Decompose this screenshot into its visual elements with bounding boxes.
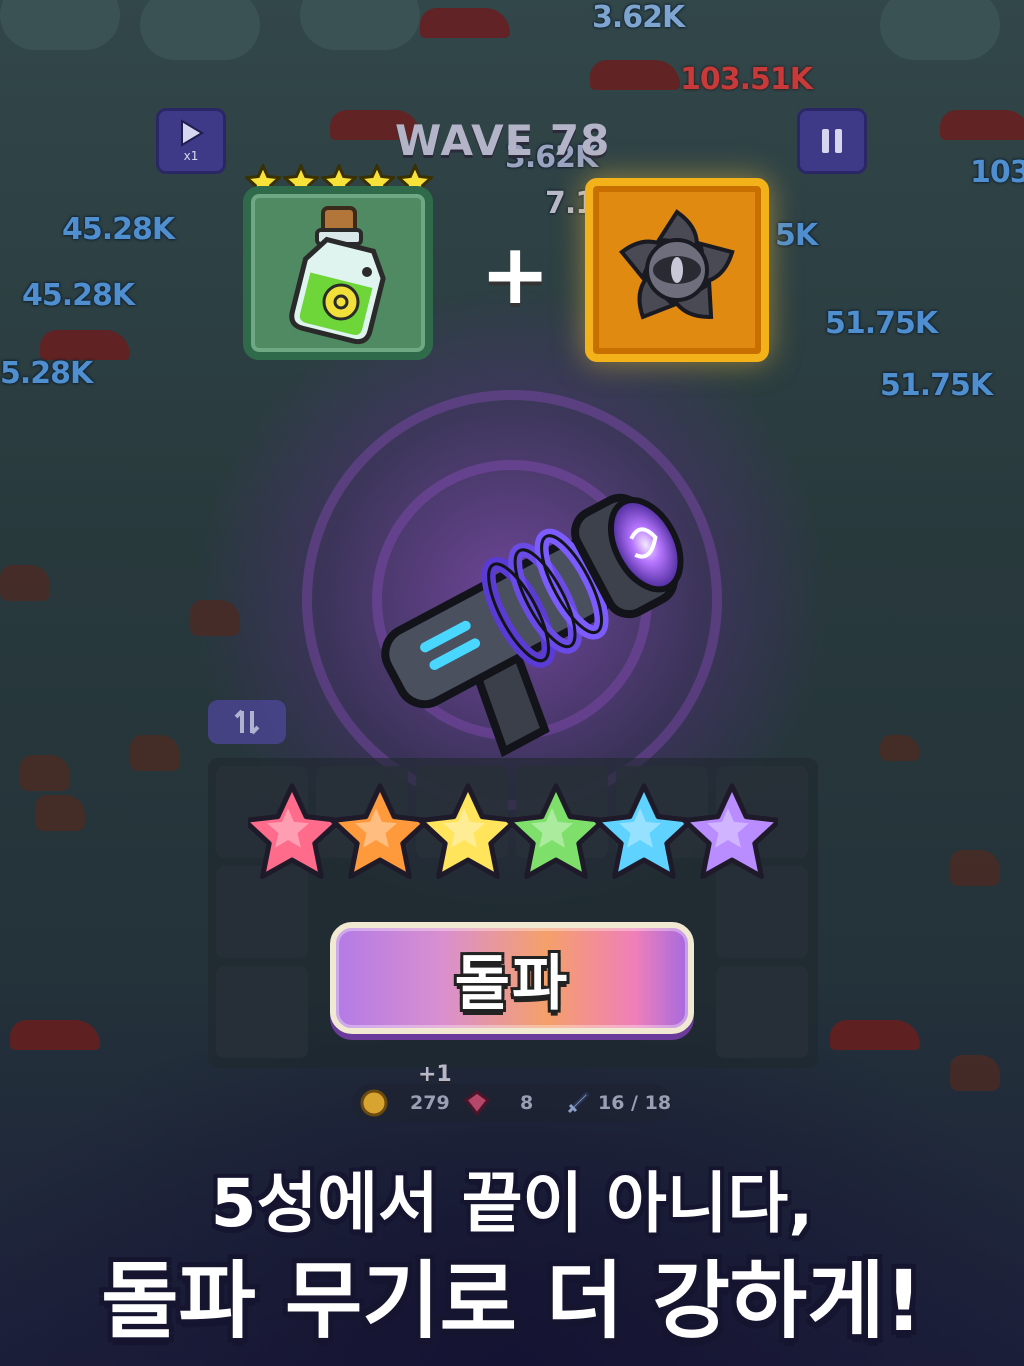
rainbow-star-icon — [593, 783, 695, 879]
scorpion-enemy — [940, 110, 1024, 140]
rainbow-star-icon — [248, 783, 343, 879]
rainbow-star-icon — [417, 783, 519, 879]
breakthrough-label: 돌파 — [454, 948, 570, 1019]
damage-number: 103 — [970, 155, 1024, 190]
damage-number: 3.62K — [592, 0, 685, 35]
scorpion-enemy — [10, 1020, 100, 1050]
gem-count: 8 — [520, 1092, 534, 1114]
bear-enemy — [0, 565, 50, 601]
swap-icon — [234, 709, 260, 735]
plasma-vortex-gun-icon — [381, 493, 684, 758]
gold-count: 279 — [410, 1092, 450, 1114]
damage-number: 45.28K — [62, 212, 175, 247]
vortex-eye-card — [585, 178, 769, 362]
damage-number: 5K — [775, 218, 818, 253]
bear-enemy — [130, 735, 180, 771]
swap-button[interactable] — [208, 700, 286, 744]
play-icon — [181, 119, 204, 147]
bush-decor — [880, 0, 1000, 60]
bear-enemy — [35, 795, 85, 831]
rainbow-star-icon — [505, 783, 607, 879]
damage-number: 51.75K — [825, 306, 938, 341]
bear-enemy — [950, 850, 1000, 886]
scorpion-enemy — [830, 1020, 920, 1050]
damage-number: 103.51K — [680, 62, 813, 97]
bear-enemy — [190, 600, 240, 636]
gem-icon — [464, 1090, 490, 1116]
headline-line-1: 5성에서 끝이 아니다, — [210, 1165, 814, 1242]
board-slot[interactable] — [216, 966, 308, 1058]
bush-decor — [140, 0, 260, 60]
damage-number: 5.28K — [0, 356, 93, 391]
sword-icon — [567, 1091, 590, 1114]
dark-eye-vortex-icon — [618, 209, 735, 320]
speed-label: x1 — [183, 149, 199, 163]
damage-number: 51.75K — [880, 368, 993, 403]
board-slot[interactable] — [716, 966, 808, 1058]
rainbow-star-icon — [681, 783, 778, 879]
bear-enemy — [950, 1055, 1000, 1091]
scorpion-enemy — [420, 8, 510, 38]
toxic-bottle-icon — [289, 206, 386, 345]
bush-decor — [300, 0, 420, 50]
bush-decor — [0, 0, 120, 50]
scorpion-enemy — [590, 60, 680, 90]
pause-icon — [822, 129, 842, 153]
damage-number: 45.28K — [22, 278, 135, 313]
bear-enemy — [20, 755, 70, 791]
breakthrough-button[interactable]: 돌파 — [330, 922, 694, 1034]
gold-coin-icon — [360, 1089, 388, 1117]
plus-operator: + — [480, 225, 551, 323]
wave-label: WAVE 78 — [395, 116, 611, 165]
headline-line-2: 돌파 무기로 더 강하게! — [101, 1252, 923, 1350]
toxic-bottle-card — [243, 186, 433, 360]
pause-button[interactable] — [797, 108, 867, 174]
resource-bar: 279 8 16 / 18 — [352, 1084, 672, 1122]
rainbow-star-icon — [329, 783, 431, 879]
unit-count: 16 / 18 — [598, 1092, 672, 1114]
speed-button[interactable]: x1 — [156, 108, 226, 174]
rainbow-star-rating — [248, 783, 778, 879]
